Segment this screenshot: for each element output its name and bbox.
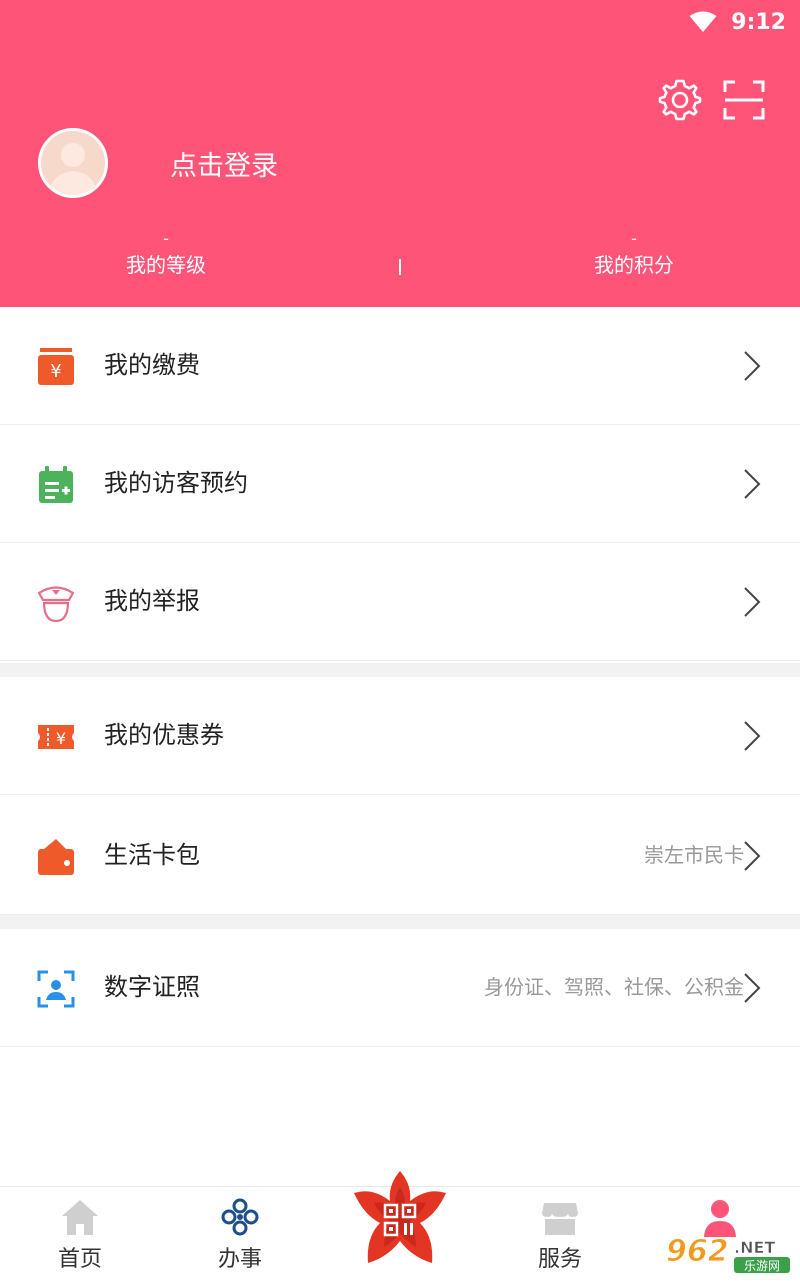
menu-item-payment[interactable]: ¥ 我的缴费: [0, 307, 800, 425]
id-card-icon: [36, 969, 76, 1009]
tab-service[interactable]: 服务: [480, 1187, 640, 1281]
tab-label: 办事: [217, 1247, 262, 1272]
points-value: -: [631, 229, 637, 248]
menu-label: 生活卡包: [104, 841, 200, 869]
qr-code-center-button[interactable]: [350, 1167, 450, 1273]
menu-label: 我的缴费: [104, 351, 200, 379]
wifi-icon: [689, 11, 717, 32]
stat-divider: [399, 259, 401, 275]
level-value: -: [163, 229, 169, 248]
affairs-icon: [220, 1197, 260, 1237]
menu-item-coupons[interactable]: ¥ 我的优惠券: [0, 677, 800, 795]
user-silhouette-icon: [49, 143, 97, 195]
login-link[interactable]: 点击登录: [170, 144, 278, 183]
tab-home[interactable]: 首页: [0, 1187, 160, 1281]
menu-hint: 崇左市民卡: [644, 843, 744, 867]
scan-button[interactable]: [722, 78, 766, 122]
menu-label: 我的优惠券: [104, 721, 224, 749]
svg-text:乐游网: 乐游网: [744, 1259, 780, 1273]
chevron-right-icon: [742, 720, 762, 752]
section-gap: [0, 663, 800, 677]
menu-item-digital-license[interactable]: 数字证照 身份证、驾照、社保、公积金: [0, 929, 800, 1047]
profile-header: 9:12 点击登录 - 我的等级 - 我的积分: [0, 0, 800, 307]
points-stat[interactable]: - 我的积分: [534, 228, 734, 280]
coupon-icon: ¥: [36, 717, 76, 757]
settings-button[interactable]: [658, 78, 702, 122]
gear-icon: [658, 79, 702, 121]
svg-text:962: 962: [666, 1234, 729, 1269]
home-icon: [60, 1197, 100, 1237]
menu-hint: 身份证、驾照、社保、公积金: [484, 975, 744, 999]
menu-item-visitor-booking[interactable]: 我的访客预约: [0, 425, 800, 543]
scan-icon: [723, 80, 765, 120]
svg-text:¥: ¥: [56, 729, 66, 748]
svg-text:.NET: .NET: [734, 1238, 775, 1257]
avatar[interactable]: [38, 128, 108, 198]
payment-icon: ¥: [36, 347, 76, 387]
menu-item-card-wallet[interactable]: 生活卡包 崇左市民卡: [0, 797, 800, 915]
status-time: 9:12: [731, 9, 786, 35]
menu-label: 我的举报: [104, 587, 200, 615]
qr-flower-icon: [354, 1171, 446, 1263]
menu-label: 数字证照: [104, 973, 200, 1001]
calendar-icon: [36, 465, 76, 505]
tab-label: 首页: [57, 1247, 102, 1272]
status-bar: 9:12: [689, 6, 786, 38]
tab-label: 服务: [537, 1247, 582, 1272]
level-label: 我的等级: [126, 253, 206, 277]
menu-label: 我的访客预约: [104, 469, 248, 497]
police-icon: [36, 583, 76, 623]
svg-text:¥: ¥: [50, 361, 61, 382]
chevron-right-icon: [742, 350, 762, 382]
tab-affairs[interactable]: 办事: [160, 1187, 320, 1281]
watermark-logo: 962 .NET 乐游网: [664, 1231, 794, 1275]
chevron-right-icon: [742, 586, 762, 618]
points-label: 我的积分: [594, 253, 674, 277]
service-icon: [540, 1197, 580, 1237]
section-gap: [0, 915, 800, 929]
menu-item-report[interactable]: 我的举报: [0, 543, 800, 661]
bottom-tab-bar: 首页 办事 服务 962 .NET 乐游网: [0, 1171, 800, 1281]
wallet-icon: [36, 837, 76, 877]
chevron-right-icon: [742, 468, 762, 500]
level-stat[interactable]: - 我的等级: [66, 228, 266, 280]
chevron-right-icon: [742, 972, 762, 1004]
chevron-right-icon: [742, 840, 762, 872]
